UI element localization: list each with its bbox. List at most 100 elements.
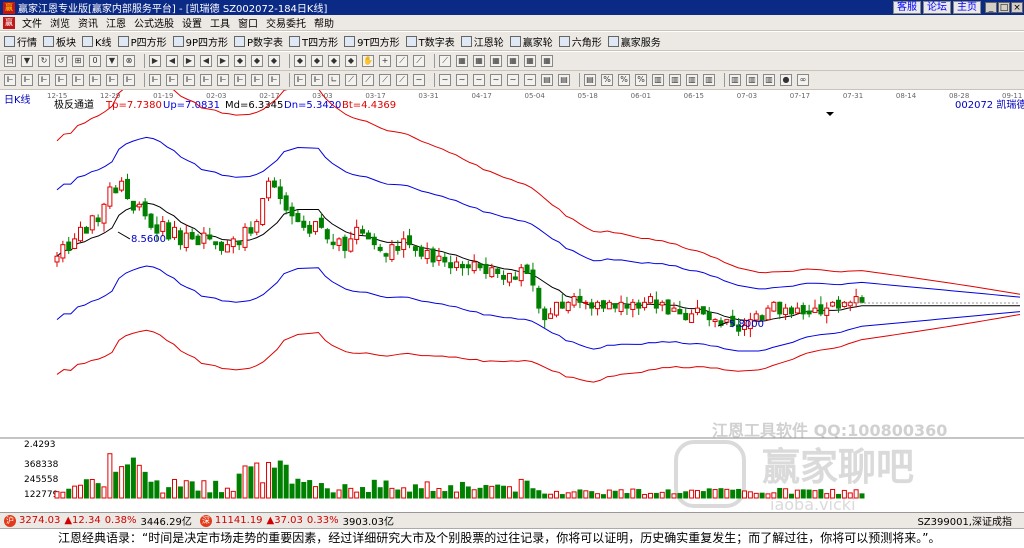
menu-formula[interactable]: 公式选股 <box>130 15 178 30</box>
draw-tool-icon-19[interactable]: ◆ <box>345 55 357 67</box>
chart-area[interactable]: 江恩工具软件 QQ:100800360 赢家聊吧 iaoba.vicki 12-… <box>0 78 1024 514</box>
draw-tool-icon-1[interactable]: ▼ <box>21 55 33 67</box>
analysis-tool-icon-39[interactable]: ▥ <box>703 74 715 86</box>
analysis-tool-icon-10[interactable]: ⊩ <box>183 74 195 86</box>
analysis-tool-icon-41[interactable]: ▥ <box>746 74 758 86</box>
analysis-tool-icon-5[interactable]: ⊩ <box>89 74 101 86</box>
toolbar-button-1[interactable]: 板块 <box>43 34 76 49</box>
analysis-tool-icon-6[interactable]: ⊩ <box>106 74 118 86</box>
analysis-tool-icon-14[interactable]: ⊩ <box>251 74 263 86</box>
analysis-tool-icon-37[interactable]: ▥ <box>669 74 681 86</box>
service-link[interactable]: 客服 <box>893 1 921 14</box>
draw-tool-icon-5[interactable]: 0 <box>89 55 101 67</box>
draw-tool-icon-6[interactable]: ▼ <box>106 55 118 67</box>
analysis-tool-icon-12[interactable]: ⊩ <box>217 74 229 86</box>
draw-tool-icon-18[interactable]: ◆ <box>328 55 340 67</box>
menu-file[interactable]: 文件 <box>18 15 46 30</box>
draw-tool-icon-17[interactable]: ◆ <box>311 55 323 67</box>
draw-tool-icon-7[interactable]: ⊗ <box>123 55 135 67</box>
analysis-tool-icon-24[interactable]: ∼ <box>439 74 451 86</box>
analysis-tool-icon-28[interactable]: ∼ <box>507 74 519 86</box>
draw-tool-icon-13[interactable]: ◆ <box>234 55 246 67</box>
analysis-tool-icon-27[interactable]: ∼ <box>490 74 502 86</box>
analysis-tool-icon-44[interactable]: ∞ <box>797 74 809 86</box>
analysis-tool-icon-23[interactable]: ∼ <box>413 74 425 86</box>
toolbar-button-12[interactable]: 赢家服务 <box>607 34 661 49</box>
draw-tool-icon-22[interactable]: ⟋ <box>396 55 408 67</box>
shanghai-index-icon[interactable]: 沪 <box>4 514 16 527</box>
toolbar-button-11[interactable]: 六角形 <box>558 34 602 49</box>
analysis-tool-icon-40[interactable]: ▥ <box>729 74 741 86</box>
analysis-tool-icon-2[interactable]: ⊩ <box>38 74 50 86</box>
analysis-tool-icon-38[interactable]: ▥ <box>686 74 698 86</box>
toolbar-button-2[interactable]: K线 <box>82 34 112 49</box>
toolbar-button-8[interactable]: T数字表 <box>405 34 455 49</box>
menu-tools[interactable]: 工具 <box>206 15 234 30</box>
draw-tool-icon-4[interactable]: ⊞ <box>72 55 84 67</box>
minimize-button[interactable]: _ <box>985 2 997 13</box>
toolbar-button-5[interactable]: P数字表 <box>234 34 283 49</box>
menu-settings[interactable]: 设置 <box>178 15 206 30</box>
draw-tool-icon-23[interactable]: ⟋ <box>413 55 425 67</box>
chart-svg[interactable]: 江恩工具软件 QQ:100800360 赢家聊吧 iaoba.vicki 12-… <box>0 78 1024 514</box>
draw-tool-icon-30[interactable]: ▦ <box>541 55 553 67</box>
analysis-tool-icon-11[interactable]: ⊩ <box>200 74 212 86</box>
maximize-button[interactable]: □ <box>998 2 1010 13</box>
toolbar-button-10[interactable]: 赢家轮 <box>509 34 553 49</box>
draw-tool-icon-16[interactable]: ◆ <box>294 55 306 67</box>
draw-tool-icon-20[interactable]: ✋ <box>362 55 374 67</box>
analysis-tool-icon-22[interactable]: ⟋ <box>396 74 408 86</box>
analysis-tool-icon-18[interactable]: ∟ <box>328 74 340 86</box>
draw-tool-icon-15[interactable]: ◆ <box>268 55 280 67</box>
draw-tool-icon-0[interactable]: 日 <box>4 55 16 67</box>
analysis-tool-icon-13[interactable]: ⊩ <box>234 74 246 86</box>
analysis-tool-icon-19[interactable]: ⟋ <box>345 74 357 86</box>
draw-tool-icon-11[interactable]: ◀ <box>200 55 212 67</box>
toolbar-button-9[interactable]: 江恩轮 <box>460 34 504 49</box>
close-button[interactable]: × <box>1011 2 1023 13</box>
analysis-tool-icon-34[interactable]: % <box>618 74 630 86</box>
analysis-tool-icon-42[interactable]: ▥ <box>763 74 775 86</box>
draw-tool-icon-2[interactable]: ↻ <box>38 55 50 67</box>
analysis-tool-icon-30[interactable]: ▤ <box>541 74 553 86</box>
analysis-tool-icon-20[interactable]: ⟋ <box>362 74 374 86</box>
menu-help[interactable]: 帮助 <box>310 15 338 30</box>
menu-browse[interactable]: 浏览 <box>46 15 74 30</box>
analysis-tool-icon-31[interactable]: ▤ <box>558 74 570 86</box>
analysis-tool-icon-0[interactable]: ⊩ <box>4 74 16 86</box>
analysis-tool-icon-3[interactable]: ⊩ <box>55 74 67 86</box>
draw-tool-icon-9[interactable]: ◀ <box>166 55 178 67</box>
analysis-tool-icon-33[interactable]: % <box>601 74 613 86</box>
analysis-tool-icon-35[interactable]: % <box>635 74 647 86</box>
analysis-tool-icon-8[interactable]: ⊩ <box>149 74 161 86</box>
analysis-tool-icon-4[interactable]: ⊩ <box>72 74 84 86</box>
toolbar-button-7[interactable]: 9T四方形 <box>344 34 400 49</box>
draw-tool-icon-21[interactable]: + <box>379 55 391 67</box>
shenzhen-index-icon[interactable]: 深 <box>199 514 212 527</box>
analysis-tool-icon-1[interactable]: ⊩ <box>21 74 33 86</box>
dropdown-arrow-icon[interactable] <box>826 112 834 116</box>
draw-tool-icon-29[interactable]: ▦ <box>524 55 536 67</box>
toolbar-button-4[interactable]: 9P四方形 <box>172 34 228 49</box>
forum-link[interactable]: 论坛 <box>923 1 951 14</box>
draw-tool-icon-27[interactable]: ▦ <box>490 55 502 67</box>
analysis-tool-icon-16[interactable]: ⊩ <box>294 74 306 86</box>
draw-tool-icon-10[interactable]: ▶ <box>183 55 195 67</box>
menu-trade[interactable]: 交易委托 <box>262 15 310 30</box>
toolbar-button-0[interactable]: 行情 <box>4 34 37 49</box>
menu-info[interactable]: 资讯 <box>74 15 102 30</box>
analysis-tool-icon-21[interactable]: ⟋ <box>379 74 391 86</box>
analysis-tool-icon-25[interactable]: ∼ <box>456 74 468 86</box>
draw-tool-icon-3[interactable]: ↺ <box>55 55 67 67</box>
menu-window[interactable]: 窗口 <box>234 15 262 30</box>
analysis-tool-icon-26[interactable]: ∼ <box>473 74 485 86</box>
analysis-tool-icon-29[interactable]: ∼ <box>524 74 536 86</box>
menu-gann[interactable]: 江恩 <box>102 15 130 30</box>
analysis-tool-icon-32[interactable]: ▤ <box>584 74 596 86</box>
analysis-tool-icon-43[interactable]: ● <box>780 74 792 86</box>
menu-logo-icon[interactable]: 赢 <box>3 16 15 29</box>
toolbar-button-3[interactable]: P四方形 <box>117 34 167 49</box>
analysis-tool-icon-7[interactable]: ⊩ <box>123 74 135 86</box>
analysis-tool-icon-17[interactable]: ⊩ <box>311 74 323 86</box>
draw-tool-icon-14[interactable]: ◆ <box>251 55 263 67</box>
